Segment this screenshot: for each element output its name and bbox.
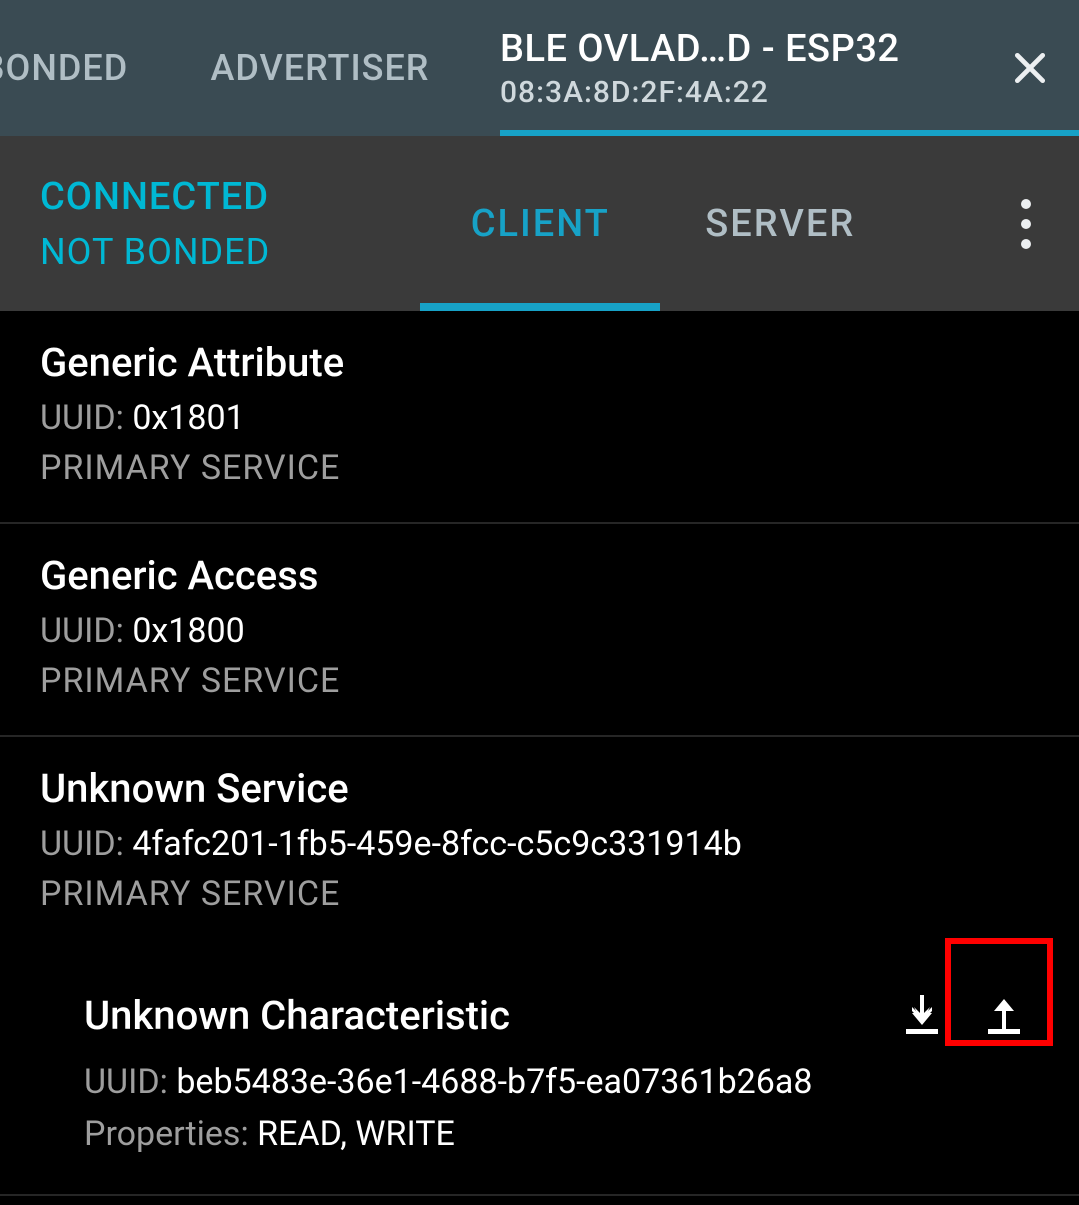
- service-item[interactable]: Generic Attribute UUID: 0x1801 PRIMARY S…: [0, 311, 1079, 524]
- service-item[interactable]: Unknown Service UUID: 4fafc201-1fb5-459e…: [0, 737, 1079, 948]
- service-item[interactable]: Generic Access UUID: 0x1800 PRIMARY SERV…: [0, 524, 1079, 737]
- service-name: Generic Attribute: [40, 339, 1039, 386]
- uuid-label: UUID:: [84, 1062, 176, 1102]
- write-characteristic-button[interactable]: [969, 980, 1039, 1050]
- connection-status-bar: CONNECTED NOT BONDED CLIENT SERVER: [0, 136, 1079, 311]
- more-options-button[interactable]: [1021, 199, 1031, 249]
- characteristic-item[interactable]: Unknown Characteristic: [0, 948, 1079, 1196]
- service-name: Unknown Service: [40, 765, 1039, 812]
- characteristic-properties: READ, WRITE: [257, 1114, 455, 1154]
- tab-advertiser[interactable]: ADVERTISER: [140, 0, 500, 136]
- characteristic-properties-line: Properties: READ, WRITE: [84, 1114, 1039, 1154]
- uuid-label: UUID:: [40, 824, 132, 864]
- service-uuid-line: UUID: 4fafc201-1fb5-459e-8fcc-c5c9c33191…: [40, 824, 1039, 864]
- service-uuid: 0x1801: [132, 398, 244, 438]
- tab-device[interactable]: BLE OVLAD…D - ESP32 08:3A:8D:2F:4A:22: [500, 0, 1079, 136]
- close-device-tab-button[interactable]: [1011, 49, 1049, 87]
- top-tab-bar: BONDED ADVERTISER BLE OVLAD…D - ESP32 08…: [0, 0, 1079, 136]
- service-uuid: 0x1800: [132, 611, 244, 651]
- upload-icon: [980, 991, 1028, 1039]
- tab-advertiser-label: ADVERTISER: [211, 47, 430, 89]
- service-name: Generic Access: [40, 552, 1039, 599]
- tab-bonded[interactable]: BONDED: [0, 0, 140, 136]
- service-type: PRIMARY SERVICE: [40, 448, 1039, 488]
- service-type: PRIMARY SERVICE: [40, 874, 1039, 914]
- download-icon: [898, 991, 946, 1039]
- uuid-label: UUID:: [40, 611, 132, 651]
- tab-bonded-label: BONDED: [0, 47, 128, 89]
- connection-status[interactable]: CONNECTED NOT BONDED: [40, 175, 270, 273]
- tab-client-label: CLIENT: [471, 202, 610, 246]
- tab-server[interactable]: SERVER: [660, 136, 900, 311]
- characteristic-uuid: beb5483e-36e1-4688-b7f5-ea07361b26a8: [176, 1062, 812, 1102]
- bond-state-label: NOT BONDED: [40, 231, 270, 273]
- gatt-service-list: Generic Attribute UUID: 0x1801 PRIMARY S…: [0, 311, 1079, 1196]
- tab-server-label: SERVER: [705, 202, 855, 246]
- tab-client[interactable]: CLIENT: [420, 136, 660, 311]
- connection-state-label: CONNECTED: [40, 175, 270, 219]
- characteristic-uuid-line: UUID: beb5483e-36e1-4688-b7f5-ea07361b26…: [84, 1062, 1039, 1102]
- more-vertical-icon: [1021, 199, 1031, 209]
- uuid-label: UUID:: [40, 398, 132, 438]
- service-uuid-line: UUID: 0x1800: [40, 611, 1039, 651]
- service-uuid-line: UUID: 0x1801: [40, 398, 1039, 438]
- characteristic-name: Unknown Characteristic: [84, 992, 510, 1039]
- client-server-tabs: CLIENT SERVER: [420, 136, 900, 311]
- device-mac: 08:3A:8D:2F:4A:22: [500, 75, 900, 110]
- service-uuid: 4fafc201-1fb5-459e-8fcc-c5c9c331914b: [132, 824, 742, 864]
- service-type: PRIMARY SERVICE: [40, 661, 1039, 701]
- device-name: BLE OVLAD…D - ESP32: [500, 27, 900, 71]
- close-icon: [1011, 49, 1049, 87]
- properties-label: Properties:: [84, 1114, 257, 1154]
- read-characteristic-button[interactable]: [887, 980, 957, 1050]
